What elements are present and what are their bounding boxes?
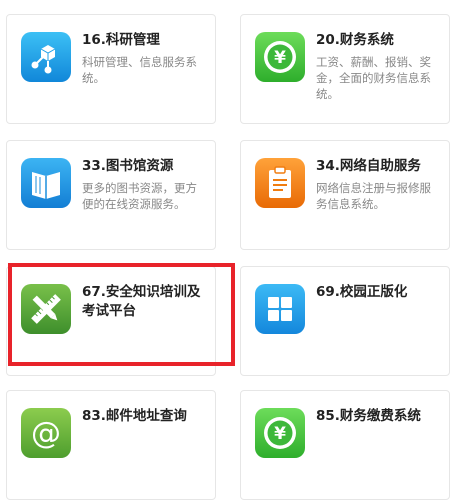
svg-text:¥: ¥ <box>274 424 286 444</box>
svg-text:@: @ <box>31 416 61 451</box>
card-description: 工资、薪酬、报销、奖金，全面的财务信息系统。 <box>316 55 431 101</box>
book-icon <box>21 158 71 208</box>
app-card-finance-payment[interactable]: ¥ 85.财务缴费系统 <box>240 390 450 500</box>
clipboard-icon <box>255 158 305 208</box>
svg-text:¥: ¥ <box>274 48 286 68</box>
card-description: 科研管理、信息服务系统。 <box>82 55 197 85</box>
app-card-network-service[interactable]: 34.网络自助服务 网络信息注册与报修服务信息系统。 <box>240 140 450 250</box>
app-card-safety-training[interactable]: 67.安全知识培训及考试平台 <box>6 266 216 376</box>
card-title: 83.邮件地址查询 <box>82 408 187 424</box>
windows-grid-icon <box>255 284 305 334</box>
card-description: 更多的图书资源，更方便的在线资源服务。 <box>82 181 197 211</box>
card-title: 34.网络自助服务 <box>316 158 421 174</box>
yuan-icon: ¥ <box>255 408 305 458</box>
card-title: 67.安全知识培训及考试平台 <box>82 284 201 319</box>
card-title: 85.财务缴费系统 <box>316 408 421 424</box>
card-title: 69.校园正版化 <box>316 284 408 300</box>
cube-network-icon <box>21 32 71 82</box>
card-title: 16.科研管理 <box>82 32 160 48</box>
card-title: 33.图书馆资源 <box>82 158 174 174</box>
app-card-finance[interactable]: ¥ 20.财务系统 工资、薪酬、报销、奖金，全面的财务信息系统。 <box>240 14 450 124</box>
app-card-library[interactable]: 33.图书馆资源 更多的图书资源，更方便的在线资源服务。 <box>6 140 216 250</box>
app-card-email-lookup[interactable]: @ 83.邮件地址查询 <box>6 390 216 500</box>
card-title: 20.财务系统 <box>316 32 394 48</box>
at-sign-icon: @ <box>21 408 71 458</box>
app-card-research[interactable]: 16.科研管理 科研管理、信息服务系统。 <box>6 14 216 124</box>
app-card-software-licensing[interactable]: 69.校园正版化 <box>240 266 450 376</box>
yuan-icon: ¥ <box>255 32 305 82</box>
pencil-ruler-icon <box>21 284 71 334</box>
card-description: 网络信息注册与报修服务信息系统。 <box>316 181 431 211</box>
